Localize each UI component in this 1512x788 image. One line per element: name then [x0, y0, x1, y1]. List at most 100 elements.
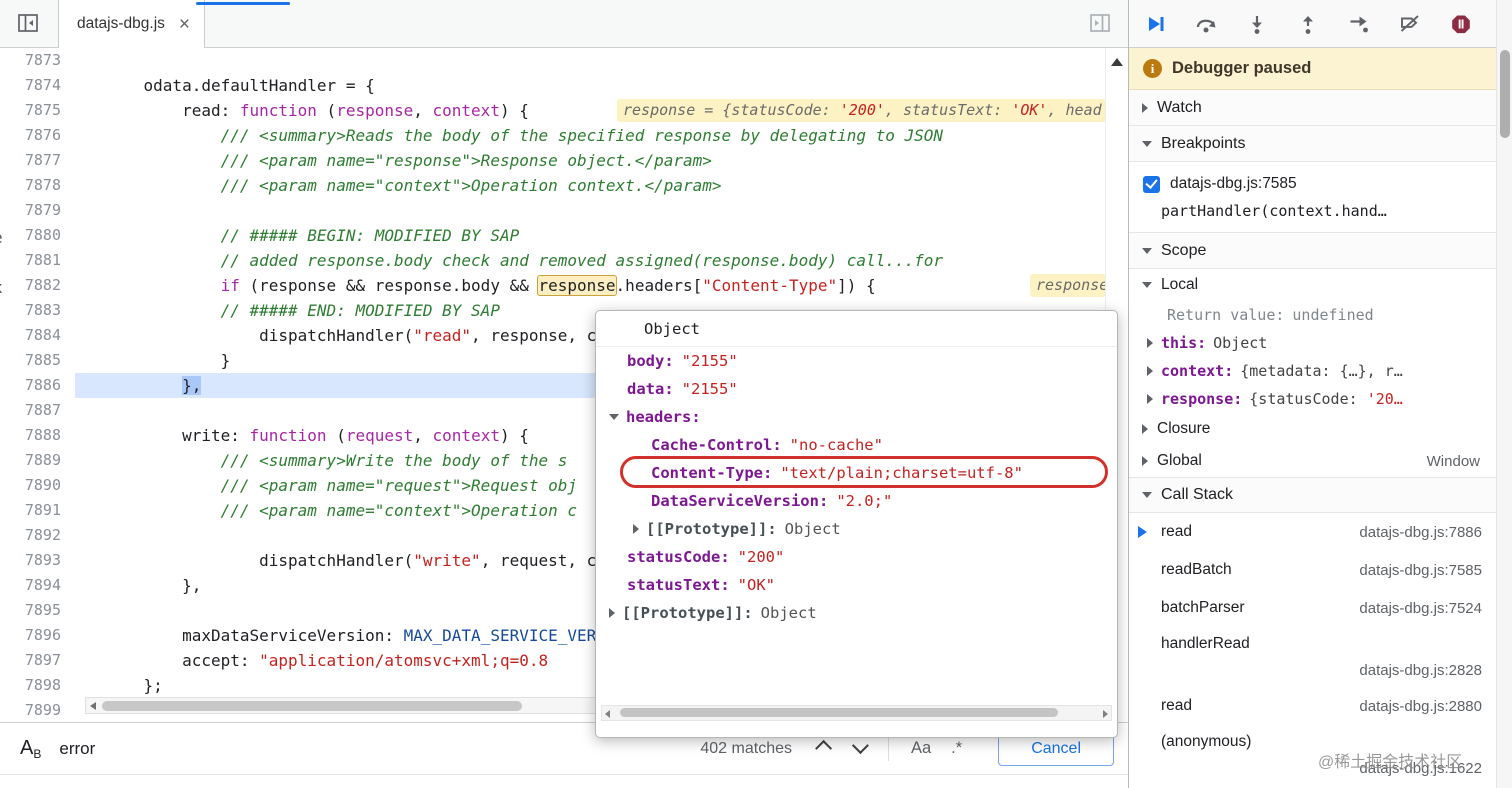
scroll-up-icon[interactable] [1111, 58, 1123, 66]
match-count: 402 matches [700, 739, 792, 757]
scope-variable-response[interactable]: response: {statusCode: '20… [1129, 385, 1496, 413]
code-line[interactable]: 7881 // added response.body check and re… [0, 248, 1105, 273]
line-number[interactable]: 7880 [0, 223, 75, 248]
line-number[interactable]: 7876 [0, 123, 75, 148]
scroll-right-icon[interactable] [1103, 709, 1108, 718]
breakpoint-checkbox[interactable] [1143, 175, 1160, 193]
line-number[interactable]: 7888 [0, 423, 75, 448]
code-line[interactable]: 7880 // ##### BEGIN: MODIFIED BY SAP [0, 223, 1105, 248]
line-number[interactable]: 7896 [0, 623, 75, 648]
next-match-button[interactable] [842, 735, 876, 762]
step-out-button[interactable] [1296, 13, 1320, 35]
section-watch[interactable]: Watch [1129, 90, 1496, 126]
line-number[interactable]: 7891 [0, 498, 75, 523]
line-number[interactable]: 7874 [0, 73, 75, 98]
code-line[interactable]: 7879 [0, 198, 1105, 223]
line-number[interactable]: 7885 [0, 348, 75, 373]
toggle-debugger-sidebar-icon[interactable] [1088, 11, 1112, 40]
scope-group-closure[interactable]: Closure [1129, 413, 1496, 445]
line-number[interactable]: 7894 [0, 573, 75, 598]
scope-variable-this[interactable]: this: Object [1129, 329, 1496, 357]
callstack-rows: read datajs-dbg.js:7886 readBatch datajs-db… [1129, 513, 1496, 785]
scope-group-global[interactable]: Global Window [1129, 445, 1496, 477]
section-callstack[interactable]: Call Stack [1129, 477, 1496, 513]
code-token: /// <summary>Write the body of the s [105, 451, 568, 470]
property-name: [[Prototype]]: [622, 604, 753, 622]
line-number[interactable]: 7873 [0, 48, 75, 73]
window-scrollbar[interactable] [1496, 0, 1512, 788]
popup-property-row[interactable]: [[Prototype]]: Object [596, 515, 1117, 543]
step-over-button[interactable] [1194, 13, 1218, 35]
code-line[interactable]: 7874 odata.defaultHandler = { [0, 73, 1105, 98]
line-number[interactable]: 7883 [0, 298, 75, 323]
section-scope[interactable]: Scope [1129, 233, 1496, 269]
scrollbar-thumb[interactable] [620, 708, 1058, 717]
scroll-left-icon[interactable] [605, 709, 610, 718]
frame-function: batchParser [1161, 599, 1245, 616]
preview-token: '20… [1366, 390, 1403, 408]
deactivate-breakpoints-button[interactable] [1398, 13, 1422, 35]
watermark: @稀土掘金技术社区 [1318, 754, 1463, 771]
code-line[interactable]: 7882 if (response && response.body && re… [0, 273, 1105, 298]
line-number[interactable]: 7877 [0, 148, 75, 173]
toggle-navigator-icon[interactable] [16, 11, 40, 40]
scroll-left-icon[interactable] [90, 702, 96, 710]
step-button[interactable] [1347, 13, 1371, 35]
line-number[interactable]: 7886 [0, 373, 75, 398]
line-number[interactable]: 7898 [0, 673, 75, 698]
line-number[interactable]: 7892 [0, 523, 75, 548]
code-line[interactable]: 7873 [0, 48, 1105, 73]
breakpoint-entry[interactable]: datajs-dbg.js:7585 partHandler(context.h… [1129, 162, 1496, 233]
code-token: function [249, 426, 327, 445]
variable-preview: {metadata: {…}, r… [1240, 362, 1403, 380]
code-line-text: // ##### BEGIN: MODIFIED BY SAP [75, 223, 1105, 248]
paused-label: Debugger paused [1172, 59, 1312, 77]
frame-location: datajs-dbg.js:7886 [1359, 523, 1482, 541]
step-into-button[interactable] [1245, 13, 1269, 35]
popup-horizontal-scrollbar[interactable] [601, 705, 1112, 721]
code-line[interactable]: 7878 /// <param name="context">Operation… [0, 173, 1105, 198]
line-number[interactable]: 7899 [0, 698, 75, 722]
line-number[interactable]: 7875 [0, 98, 75, 123]
resume-button[interactable] [1143, 13, 1167, 35]
line-number[interactable]: 7895 [0, 598, 75, 623]
regex-button[interactable]: .* [941, 735, 972, 762]
popup-property-row[interactable]: [[Prototype]]: Object [596, 599, 1117, 627]
code-token: response [537, 275, 617, 296]
callstack-frame[interactable]: readBatch datajs-dbg.js:7585 [1129, 551, 1496, 589]
line-number[interactable]: 7890 [0, 473, 75, 498]
line-number[interactable]: 7884 [0, 323, 75, 348]
scope-group-label: Local [1161, 276, 1199, 293]
code-token: /// <param name="response">Response obje… [105, 151, 712, 170]
line-number[interactable]: 7893 [0, 548, 75, 573]
code-line[interactable]: 7877 /// <param name="response">Response… [0, 148, 1105, 173]
code-token: ) { [499, 101, 529, 120]
line-number[interactable]: 7897 [0, 648, 75, 673]
close-icon[interactable]: × [179, 15, 190, 34]
file-tab[interactable]: datajs-dbg.js × [58, 0, 205, 48]
pause-on-exceptions-button[interactable] [1449, 13, 1473, 35]
code-line[interactable]: 7876 /// <summary>Reads the body of the … [0, 123, 1105, 148]
scrollbar-thumb[interactable] [102, 700, 522, 711]
search-input[interactable]: error [59, 739, 700, 759]
callstack-frame[interactable]: batchParser datajs-dbg.js:7524 [1129, 589, 1496, 627]
line-number[interactable]: 7882 [0, 273, 75, 298]
callstack-frame[interactable]: read datajs-dbg.js:7886 [1129, 513, 1496, 551]
line-number[interactable]: 7881 [0, 248, 75, 273]
scope-group-local[interactable]: Local [1129, 269, 1496, 301]
callstack-frame[interactable]: handlerRead datajs-dbg.js:2828 [1129, 627, 1496, 687]
section-breakpoints[interactable]: Breakpoints [1129, 126, 1496, 162]
line-number[interactable]: 7878 [0, 173, 75, 198]
scope-variable-context[interactable]: context: {metadata: {…}, r… [1129, 357, 1496, 385]
popup-property-row[interactable]: headers: [596, 403, 1117, 431]
scrollbar-thumb[interactable] [1500, 50, 1510, 138]
line-number[interactable]: 7887 [0, 398, 75, 423]
property-value: "text/plain;charset=utf-8" [780, 464, 1023, 482]
property-name: data: [627, 380, 674, 398]
variable-preview: {statusCode: '20… [1249, 390, 1403, 408]
previous-match-button[interactable] [808, 735, 842, 762]
match-case-button[interactable]: Aa [901, 735, 941, 762]
callstack-frame[interactable]: read datajs-dbg.js:2880 [1129, 687, 1496, 725]
line-number[interactable]: 7889 [0, 448, 75, 473]
line-number[interactable]: 7879 [0, 198, 75, 223]
